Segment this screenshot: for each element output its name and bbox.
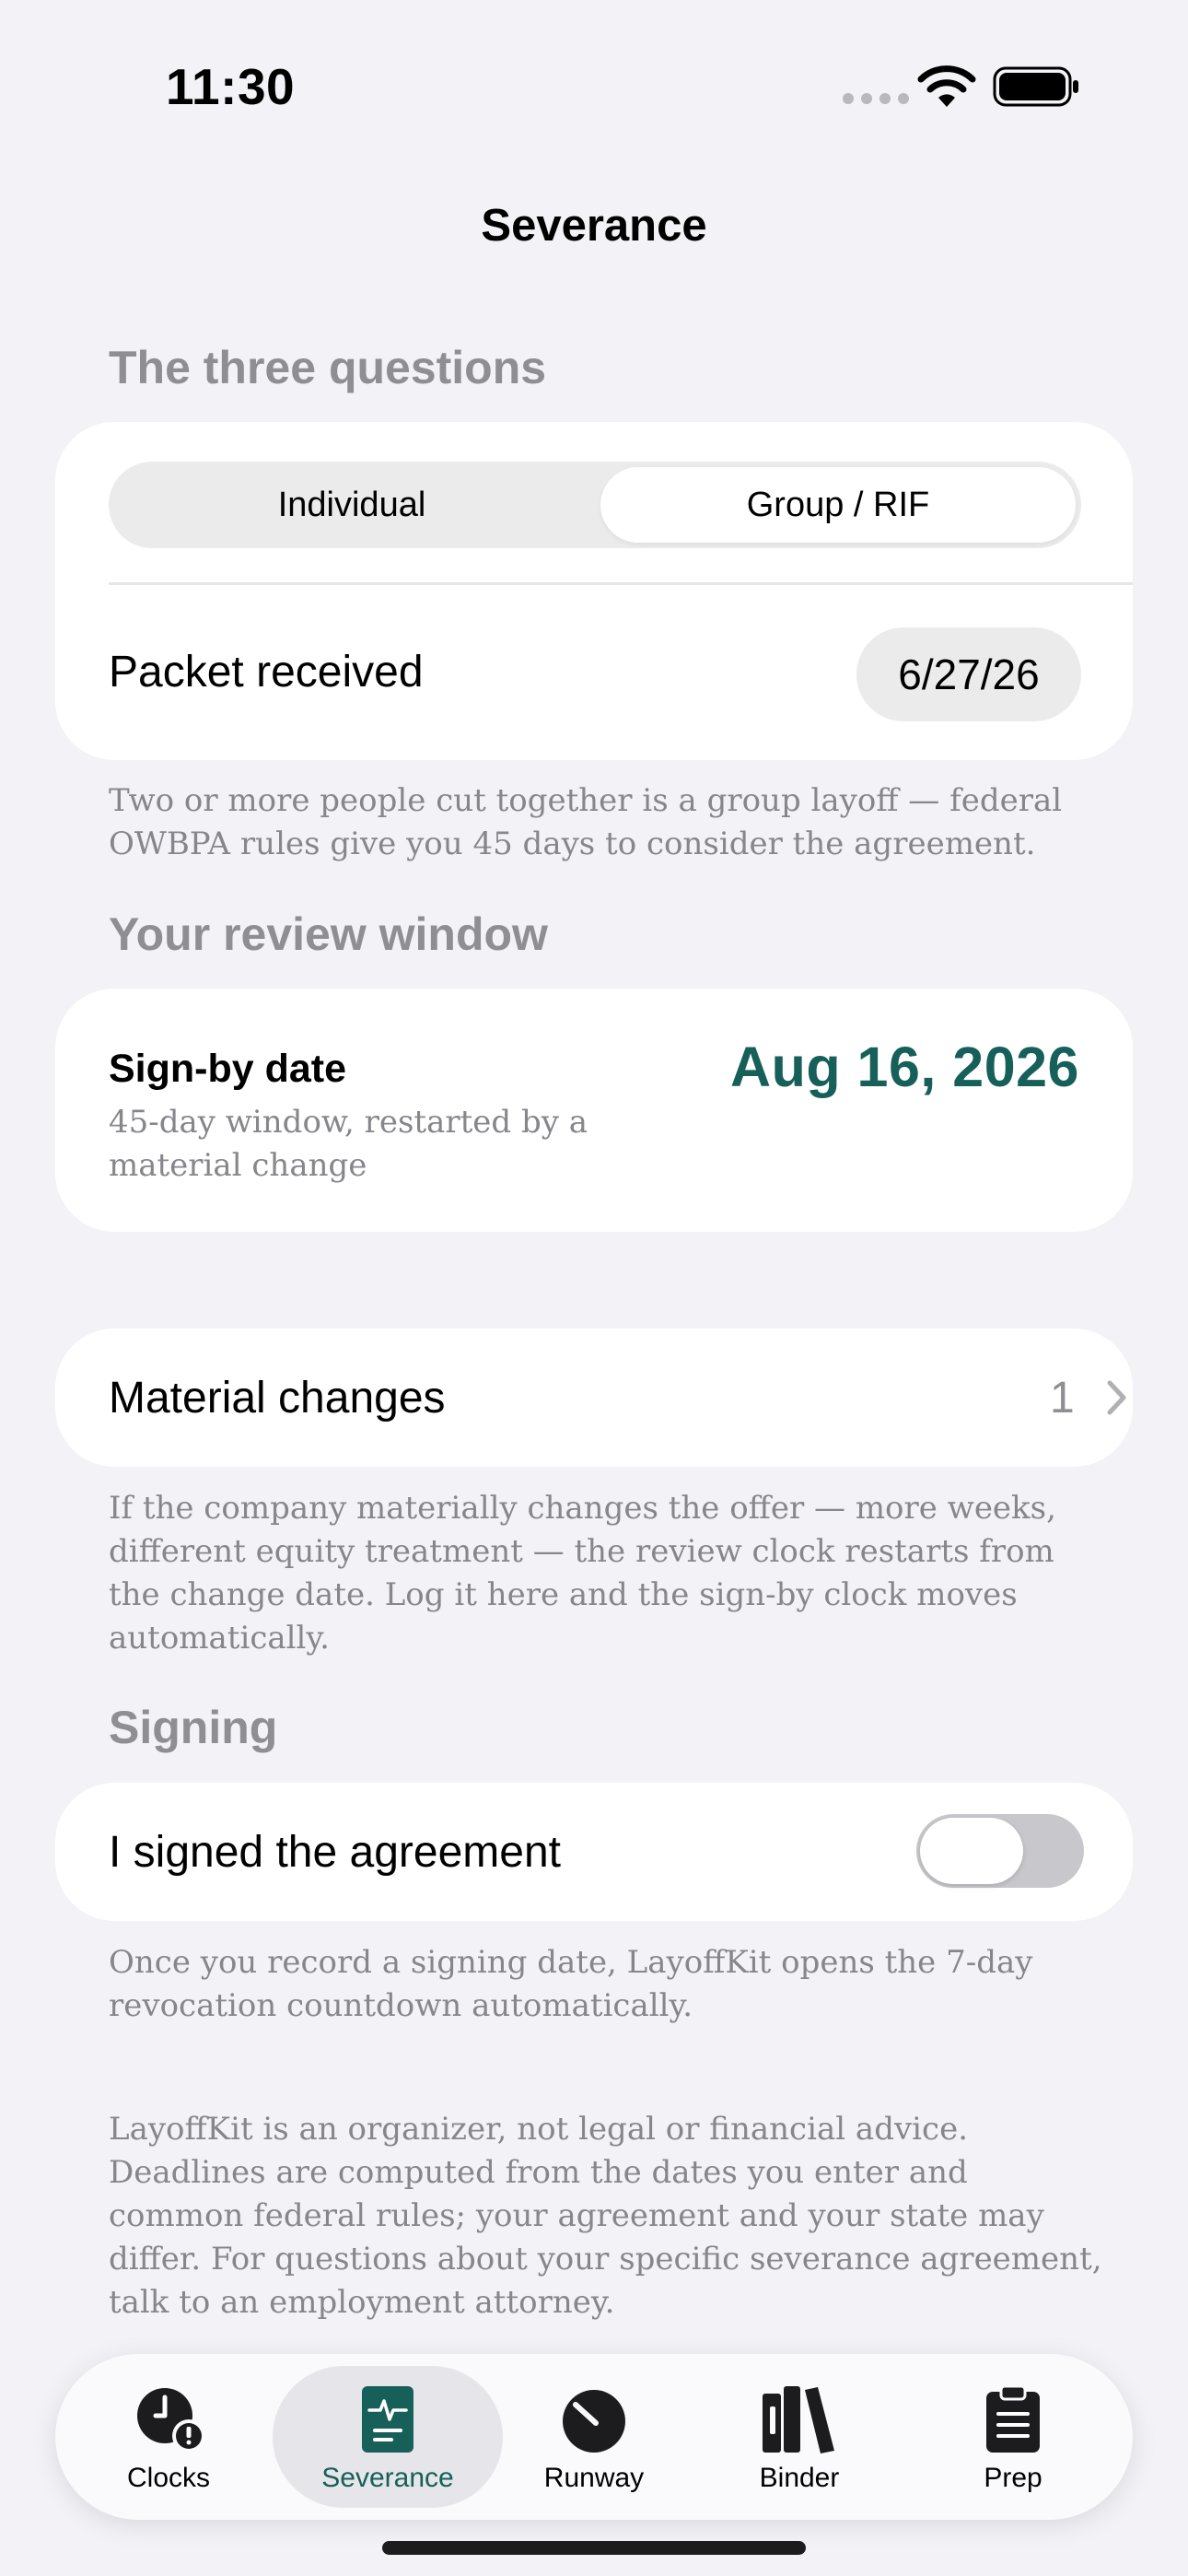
signby-date: Aug 16, 2026 <box>730 1036 1079 1098</box>
segment-group-rif[interactable]: Group / RIF <box>600 467 1076 543</box>
tab-label-severance: Severance <box>321 2463 454 2493</box>
packet-date-picker[interactable]: 6/27/26 <box>856 627 1081 721</box>
group-layoff-footnote: Two or more people cut together is a gro… <box>109 782 1063 862</box>
signed-agreement-row: I signed the agreement <box>55 1783 1133 1921</box>
tab-binder[interactable]: Binder <box>698 2366 901 2508</box>
material-changes-row[interactable]: Material changes 1 <box>55 1329 1133 1467</box>
tab-severance[interactable]: Severance <box>273 2366 503 2508</box>
layoff-type-segmented-control: Individual Group / RIF <box>109 462 1081 548</box>
wifi-icon <box>917 65 976 107</box>
material-changes-footnote: If the company materially changes the of… <box>109 1490 1056 1657</box>
signing-footnote: Once you record a signing date, LayoffKi… <box>109 1944 1033 2024</box>
divider <box>109 582 1133 585</box>
three-questions-card: Individual Group / RIF Packet received 6… <box>55 422 1133 760</box>
tab-prep[interactable]: Prep <box>912 2366 1114 2508</box>
gauge-icon <box>563 2390 625 2453</box>
material-changes-label: Material changes <box>109 1374 446 1423</box>
battery-icon <box>993 66 1078 107</box>
review-window-card: Sign-by date 45-day window, restarted by… <box>55 989 1133 1232</box>
tab-runway[interactable]: Runway <box>493 2366 695 2508</box>
signed-agreement-label: I signed the agreement <box>109 1828 561 1877</box>
section-header-three-questions: The three questions <box>109 342 547 393</box>
signed-agreement-toggle[interactable] <box>916 1814 1084 1888</box>
clock-alert-icon <box>137 2388 205 2453</box>
signby-label: Sign-by date <box>109 1047 347 1091</box>
tab-label-prep: Prep <box>984 2463 1042 2493</box>
page-title: Severance <box>481 201 707 251</box>
segment-individual[interactable]: Individual <box>114 467 589 543</box>
clipboard-icon <box>986 2384 1040 2453</box>
material-changes-count: 1 <box>1050 1374 1075 1423</box>
section-header-review-window: Your review window <box>109 908 548 960</box>
tab-label-clocks: Clocks <box>126 2463 210 2493</box>
tab-bar: Clocks Severance Runway Binder Prep <box>55 2354 1133 2520</box>
chevron-right-icon <box>1107 1380 1126 1415</box>
status-time: 11:30 <box>166 58 296 115</box>
books-icon <box>763 2386 834 2453</box>
packet-received-label: Packet received <box>109 648 424 697</box>
signby-subtitle: 45-day window, restarted by a material c… <box>109 1104 588 1184</box>
tab-label-binder: Binder <box>759 2463 840 2493</box>
legal-disclaimer: LayoffKit is an organizer, not legal or … <box>109 2111 1102 2321</box>
section-header-signing: Signing <box>109 1702 278 1753</box>
toggle-knob <box>920 1818 1023 1884</box>
cellular-signal-icon <box>843 93 909 104</box>
home-indicator <box>382 2541 806 2555</box>
tab-clocks[interactable]: Clocks <box>67 2366 270 2508</box>
tab-label-runway: Runway <box>543 2463 645 2493</box>
document-pulse-icon <box>362 2386 413 2453</box>
